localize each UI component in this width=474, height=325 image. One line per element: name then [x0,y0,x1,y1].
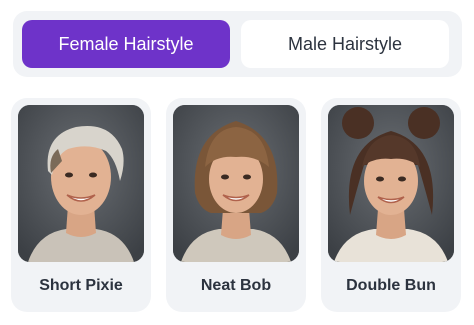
hairstyle-label-short-pixie: Short Pixie [39,277,123,294]
gender-tab-bar: Female Hairstyle Male Hairstyle [13,11,462,77]
double-bun-portrait [328,105,454,262]
tab-female-hairstyle[interactable]: Female Hairstyle [22,20,230,68]
neat-bob-portrait [173,105,299,262]
short-pixie-portrait [18,105,144,262]
hairstyle-card-double-bun[interactable]: Double Bun [321,98,461,312]
tab-male-hairstyle[interactable]: Male Hairstyle [241,20,449,68]
hairstyle-card-neat-bob[interactable]: Neat Bob [166,98,306,312]
hairstyle-picker: Female Hairstyle Male Hairstyle Short Pi… [0,0,474,325]
hairstyle-card-short-pixie[interactable]: Short Pixie [11,98,151,312]
hairstyle-label-double-bun: Double Bun [346,277,436,294]
hairstyle-label-neat-bob: Neat Bob [200,277,272,294]
